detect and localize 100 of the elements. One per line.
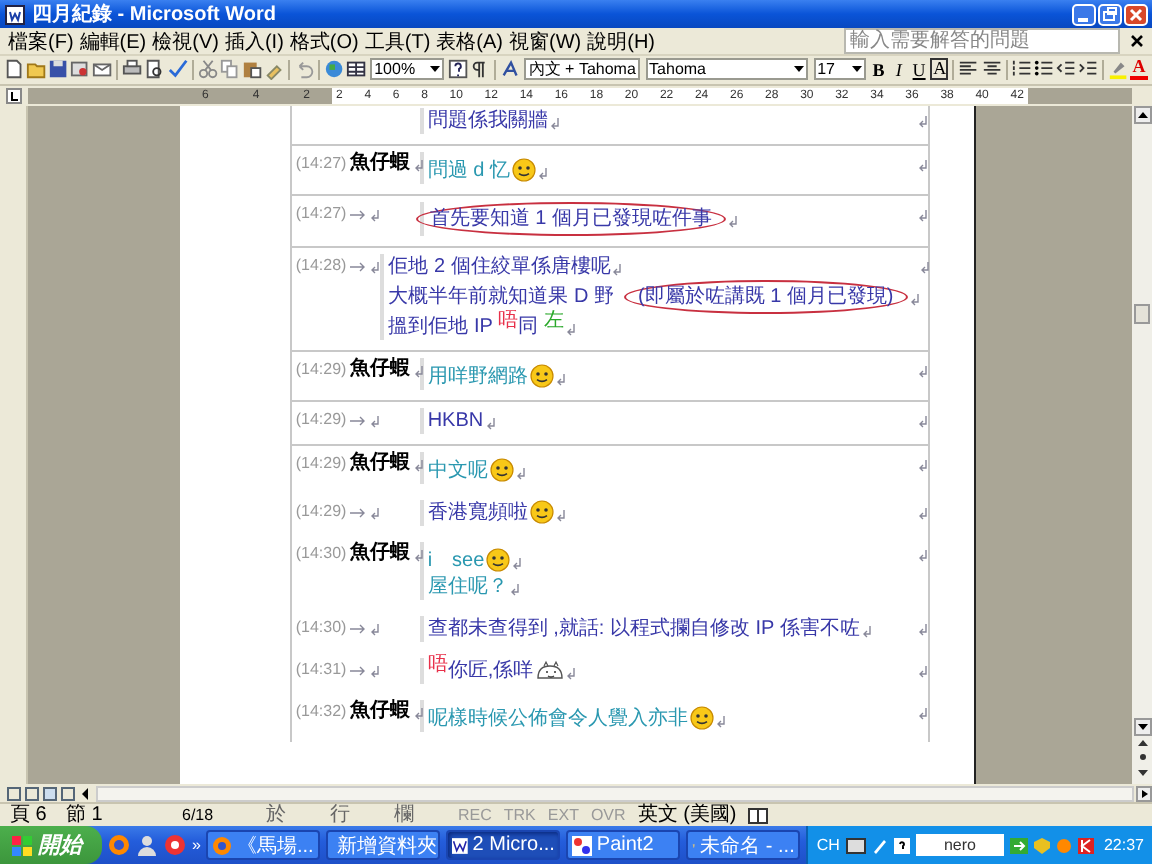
status-position: 於 <box>266 804 288 826</box>
style-combo[interactable]: 內文 + Tahoma <box>524 58 640 81</box>
taskbar-button[interactable]: 新增資料夾 <box>326 830 441 860</box>
character-border-button[interactable]: A <box>930 58 949 81</box>
printer-icon[interactable] <box>122 58 143 81</box>
message-text: 搵到佢地 IP 唔同 左 <box>388 313 564 340</box>
help-search-field[interactable]: 輸入需要解答的問題 <box>844 28 1120 54</box>
scroll-up-icon[interactable] <box>1133 105 1151 124</box>
browser-icon <box>212 835 233 855</box>
paragraph-mark-icon <box>917 707 928 720</box>
keyboard-icon[interactable] <box>845 837 866 853</box>
scroll-right-icon[interactable] <box>1136 785 1152 802</box>
align-left-icon[interactable] <box>958 58 979 81</box>
table-icon[interactable] <box>346 58 367 81</box>
font-size-combo[interactable]: 17 <box>813 58 866 81</box>
paragraph-mark-icon <box>917 115 928 128</box>
menu-item[interactable]: 檔案(F) <box>8 27 74 55</box>
taskbar-button[interactable]: 《馬場... <box>206 830 321 860</box>
align-center-icon[interactable] <box>981 58 1002 81</box>
menu-item[interactable]: 說明(H) <box>587 27 655 55</box>
paragraph-mark-icon <box>512 558 523 571</box>
dropdown-arrow-icon <box>851 66 862 73</box>
restore-icon[interactable] <box>1098 3 1122 25</box>
bullet-list-icon[interactable] <box>1033 58 1054 81</box>
horizontal-scrollbar[interactable] <box>96 785 1134 802</box>
smiley-face-icon <box>529 500 554 525</box>
timestamp: (14:30) <box>295 541 347 566</box>
font-color-button[interactable]: A <box>1129 58 1149 81</box>
spelling-check-icon[interactable] <box>167 58 188 81</box>
minimize-icon[interactable] <box>1072 3 1096 25</box>
message-text: 呢樣時候公佈會令人覺入亦非 <box>427 705 688 732</box>
menu-item[interactable]: 工具(T) <box>364 27 431 55</box>
underline-button[interactable]: U <box>909 59 929 80</box>
timestamp: (14:32) <box>295 699 347 724</box>
new-document-icon[interactable] <box>4 58 25 81</box>
decrease-indent-icon[interactable] <box>1055 58 1076 81</box>
outline-view-icon[interactable] <box>60 785 76 802</box>
menu-item[interactable]: 視窗(W) <box>509 27 582 55</box>
highlighter-icon[interactable] <box>1107 58 1128 81</box>
paragraph-mark-icon <box>919 261 930 274</box>
numbered-list-icon[interactable] <box>1011 58 1032 81</box>
envelope-icon[interactable] <box>92 58 113 81</box>
paragraph-mark-icon <box>370 665 381 678</box>
book-icon[interactable] <box>748 807 769 823</box>
paragraph-mark-icon <box>565 324 576 337</box>
windows-logo-icon <box>12 835 32 855</box>
paragraph-mark-icon <box>917 209 928 222</box>
web-view-icon[interactable] <box>24 785 40 802</box>
permission-icon[interactable] <box>70 58 91 81</box>
paste-icon[interactable] <box>241 58 262 81</box>
message-text: 查都未查得到 ,就話: 以程式攔自修改 IP 係害不咗 <box>427 615 860 642</box>
help-icon[interactable] <box>893 837 910 853</box>
menu-item[interactable]: 插入(I) <box>224 27 284 55</box>
close-icon[interactable] <box>1130 34 1144 48</box>
italic-button[interactable]: I <box>889 59 908 80</box>
tab-arrow-icon <box>350 261 367 272</box>
message-text: 問過 d 忆 <box>427 157 510 184</box>
cat-doodle-icon <box>535 660 564 681</box>
menu-item[interactable]: 表格(A) <box>436 27 503 55</box>
paragraph-mark-icon <box>917 459 928 472</box>
quick-launch-more[interactable]: » <box>192 836 201 854</box>
taskbar-button[interactable]: 未命名 - ... <box>686 830 801 860</box>
vertical-scrollbar[interactable] <box>1132 105 1152 785</box>
help-icon[interactable] <box>448 58 469 81</box>
print-layout-icon[interactable] <box>42 785 58 802</box>
tab-arrow-icon <box>350 623 367 634</box>
menu-item[interactable]: 格式(O) <box>289 27 359 55</box>
record-icon[interactable] <box>164 834 186 856</box>
taskbar-button[interactable]: Paint2 <box>566 830 681 860</box>
paragraph-mark-icon <box>917 415 928 428</box>
paragraph-mark-icon <box>909 294 920 307</box>
style-icon[interactable] <box>500 58 521 81</box>
print-preview-icon[interactable] <box>144 58 166 81</box>
paragraph-mark-icon <box>917 507 928 520</box>
font-combo[interactable]: Tahoma <box>645 58 808 81</box>
arrow-button-icon[interactable] <box>1009 837 1028 853</box>
browser-icon[interactable] <box>108 834 130 856</box>
increase-indent-icon[interactable] <box>1077 58 1098 81</box>
taskbar-button[interactable]: 2 Micro... <box>446 830 561 860</box>
paragraph-mark-icon <box>414 459 425 472</box>
paragraph-mark-icon <box>612 264 623 277</box>
normal-view-icon[interactable] <box>6 785 22 802</box>
message-text: (即屬於咗講既 1 個月已發現) <box>637 285 894 308</box>
zoom-combo[interactable]: 100% <box>370 58 445 81</box>
tab-selector-icon[interactable] <box>6 87 22 104</box>
nero-panel[interactable]: nero <box>915 834 1004 856</box>
scissors-icon[interactable] <box>197 58 218 81</box>
menu-item[interactable]: 檢視(V) <box>152 27 219 55</box>
paragraph-mark-icon <box>861 626 872 639</box>
person-icon[interactable] <box>136 834 158 856</box>
status-page: 頁 6 <box>10 804 49 826</box>
paragraph-mark-icon <box>549 118 560 131</box>
menu-item[interactable]: 編輯(E) <box>79 27 147 55</box>
paragraph-mark-icon <box>917 365 928 378</box>
scroll-down-icon[interactable] <box>1133 718 1151 737</box>
bold-button[interactable]: B <box>869 59 888 80</box>
paragraph-mark-icon <box>414 365 425 378</box>
k-icon[interactable] <box>1077 837 1094 853</box>
pilcrow-icon[interactable] <box>470 58 491 81</box>
scroll-thumb[interactable] <box>1133 303 1149 324</box>
